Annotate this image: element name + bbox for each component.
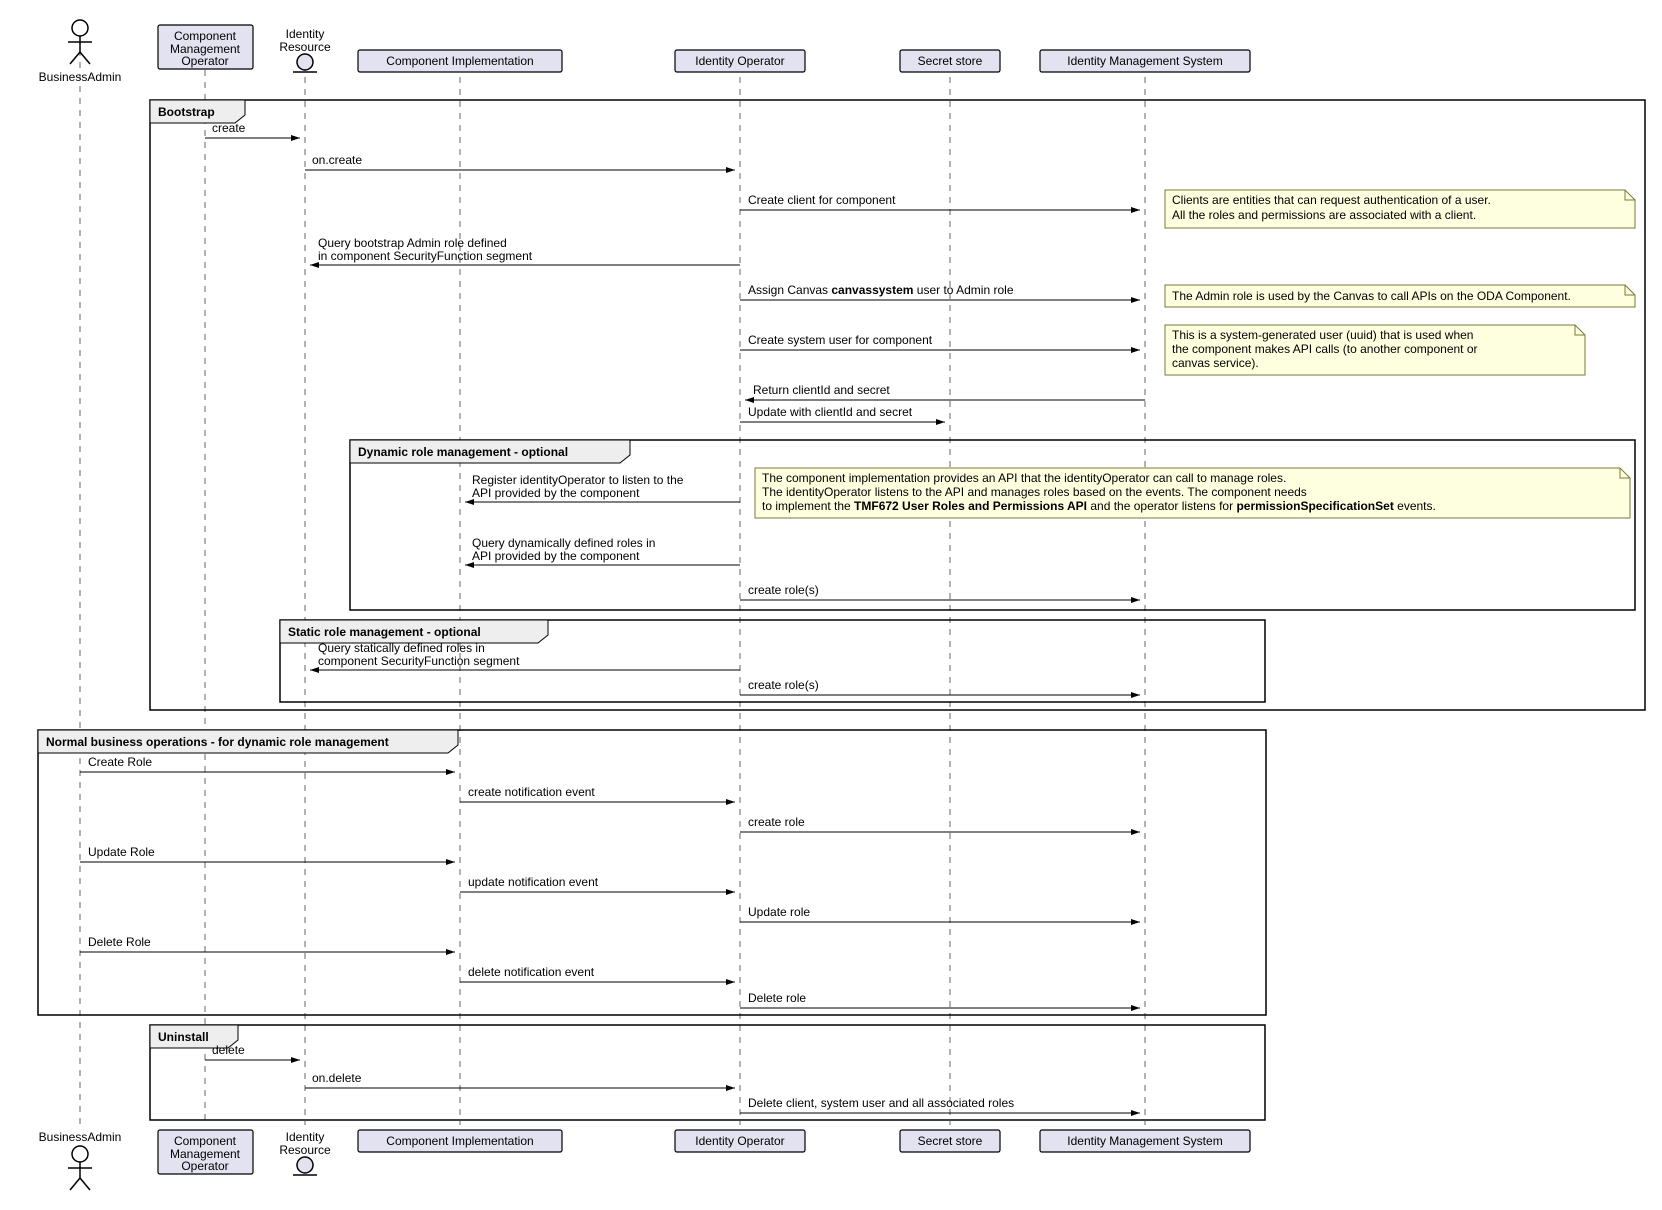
svg-text:to implement the TMF672 User R: to implement the TMF672 User Roles and P… [762, 499, 1436, 513]
participant-component-management-operator-bottom: Component Management Operator [158, 1130, 253, 1174]
svg-text:The Admin role is used by the: The Admin role is used by the Canvas to … [1172, 289, 1571, 303]
svg-text:Update Role: Update Role [88, 845, 155, 859]
participant-identity-operator-bottom: Identity Operator [675, 1130, 805, 1152]
svg-text:Identity Operator: Identity Operator [695, 1134, 784, 1148]
svg-text:on.create: on.create [312, 153, 362, 167]
participant-identity-management-system: Identity Management System [1040, 50, 1250, 72]
svg-text:BusinessAdmin: BusinessAdmin [39, 1130, 122, 1144]
svg-text:Query dynamically defined role: Query dynamically defined roles in [472, 536, 655, 550]
svg-text:Secret store: Secret store [918, 54, 983, 68]
svg-text:in component SecurityFunction: in component SecurityFunction segment [318, 249, 533, 263]
participant-identity-management-system-bottom: Identity Management System [1040, 1130, 1250, 1152]
svg-text:update notification event: update notification event [468, 875, 599, 889]
svg-text:create notification event: create notification event [468, 785, 595, 799]
svg-text:create role(s): create role(s) [748, 583, 819, 597]
svg-text:on.delete: on.delete [312, 1071, 362, 1085]
svg-text:Update role: Update role [748, 905, 810, 919]
participant-identity-resource-bottom: Identity Resource [279, 1130, 331, 1175]
svg-text:Operator: Operator [181, 1159, 228, 1173]
svg-text:Component Implementation: Component Implementation [386, 1134, 533, 1148]
svg-text:Bootstrap: Bootstrap [158, 105, 215, 119]
svg-text:Identity: Identity [286, 1130, 325, 1144]
svg-text:Query bootstrap Admin role def: Query bootstrap Admin role defined [318, 236, 507, 250]
svg-text:Identity Management System: Identity Management System [1067, 1134, 1222, 1148]
participant-component-implementation-bottom: Component Implementation [358, 1130, 562, 1152]
svg-text:This is a system-generated use: This is a system-generated user (uuid) t… [1172, 328, 1473, 342]
svg-text:Create Role: Create Role [88, 755, 152, 769]
svg-text:Clients are entities that can: Clients are entities that can request au… [1172, 193, 1491, 207]
svg-text:Identity Operator: Identity Operator [695, 54, 784, 68]
svg-text:Return clientId and secret: Return clientId and secret [753, 383, 890, 397]
svg-text:Static role management - optio: Static role management - optional [288, 625, 481, 639]
svg-text:Delete Role: Delete Role [88, 935, 151, 949]
svg-text:BusinessAdmin: BusinessAdmin [39, 70, 122, 84]
svg-text:component SecurityFunction seg: component SecurityFunction segment [318, 654, 520, 668]
svg-text:All the roles and permissions: All the roles and permissions are associ… [1172, 208, 1476, 222]
note-admin-role: The Admin role is used by the Canvas to … [1165, 285, 1635, 307]
svg-text:The identityOperator listens t: The identityOperator listens to the API … [762, 485, 1307, 499]
svg-text:Assign Canvas canvassystem use: Assign Canvas canvassystem user to Admin… [748, 283, 1014, 297]
svg-text:Create system user for compone: Create system user for component [748, 333, 933, 347]
svg-text:canvas service).: canvas service). [1172, 356, 1259, 370]
note-system-user: This is a system-generated user (uuid) t… [1165, 325, 1585, 375]
participant-business-admin-bottom: BusinessAdmin [39, 1130, 122, 1190]
note-clients: Clients are entities that can request au… [1165, 190, 1635, 228]
svg-text:API provided by the component: API provided by the component [472, 549, 640, 563]
svg-text:Secret store: Secret store [918, 1134, 983, 1148]
svg-text:Identity Management System: Identity Management System [1067, 54, 1222, 68]
participant-identity-operator: Identity Operator [675, 50, 805, 72]
participant-identity-resource: Identity Resource [279, 27, 331, 72]
svg-text:create role: create role [748, 815, 805, 829]
svg-text:Update with clientId and secre: Update with clientId and secret [748, 405, 913, 419]
svg-text:Create client for component: Create client for component [748, 193, 896, 207]
svg-text:delete: delete [212, 1043, 245, 1057]
participant-component-implementation: Component Implementation [358, 50, 562, 72]
svg-text:Resource: Resource [279, 40, 331, 54]
participant-business-admin: BusinessAdmin [39, 20, 122, 84]
svg-text:delete notification event: delete notification event [468, 965, 595, 979]
svg-text:create role(s): create role(s) [748, 678, 819, 692]
svg-text:Uninstall: Uninstall [158, 1030, 209, 1044]
participant-secret-store: Secret store [900, 50, 1000, 72]
svg-text:Normal business operations - f: Normal business operations - for dynamic… [46, 735, 389, 749]
svg-text:Identity: Identity [286, 27, 325, 41]
svg-text:Resource: Resource [279, 1143, 331, 1157]
svg-text:Query statically defined roles: Query statically defined roles in [318, 641, 485, 655]
svg-text:Delete client, system user and: Delete client, system user and all assoc… [748, 1096, 1014, 1110]
svg-text:Dynamic role management - opti: Dynamic role management - optional [358, 445, 568, 459]
svg-text:Register identityOperator to l: Register identityOperator to listen to t… [472, 473, 684, 487]
svg-text:create: create [212, 121, 246, 135]
svg-text:Component Implementation: Component Implementation [386, 54, 533, 68]
svg-text:Component: Component [174, 29, 237, 43]
svg-text:The component implementation p: The component implementation provides an… [762, 471, 1286, 485]
svg-text:Component: Component [174, 1134, 237, 1148]
svg-text:API provided by the component: API provided by the component [472, 486, 640, 500]
svg-text:Operator: Operator [181, 54, 228, 68]
participant-component-management-operator: Component Management Operator [158, 25, 253, 69]
svg-text:the component makes API calls: the component makes API calls (to anothe… [1172, 342, 1478, 356]
sequence-diagram: BusinessAdmin Component Management Opera… [10, 10, 1652, 1200]
note-dynamic-role: The component implementation provides an… [755, 468, 1630, 518]
svg-text:Delete role: Delete role [748, 991, 806, 1005]
participant-secret-store-bottom: Secret store [900, 1130, 1000, 1152]
